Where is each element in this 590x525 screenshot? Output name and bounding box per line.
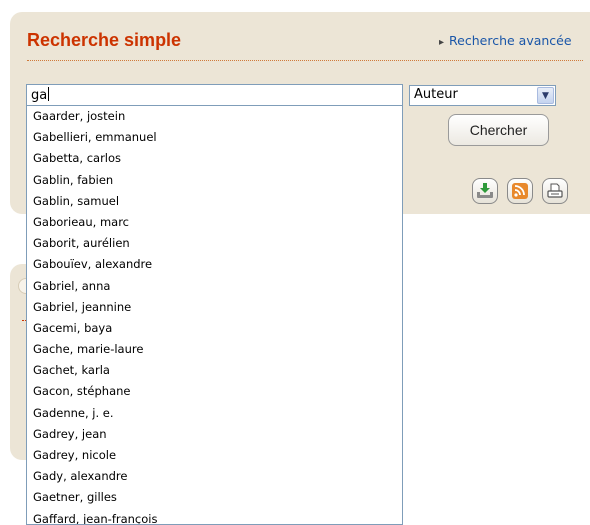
suggestion-item[interactable]: Gaetner, gilles	[27, 487, 402, 508]
suggestion-item[interactable]: Gabouïev, alexandre	[27, 254, 402, 275]
search-field-selected: Auteur	[414, 87, 458, 102]
suggestion-item[interactable]: Gaffard, jean-françois	[27, 509, 402, 524]
suggestion-item[interactable]: Gady, alexandre	[27, 466, 402, 487]
print-icon[interactable]	[542, 178, 568, 204]
page-title: Recherche simple	[27, 30, 182, 50]
search-input[interactable]: ga	[26, 84, 403, 106]
search-input-value: ga	[31, 88, 48, 103]
suggestion-item[interactable]: Gaborieau, marc	[27, 212, 402, 233]
chevron-right-icon: ▸	[439, 37, 445, 48]
suggestion-item[interactable]: Gadrey, nicole	[27, 445, 402, 466]
title-divider	[27, 60, 583, 61]
suggestion-item[interactable]: Gadenne, j. e.	[27, 403, 402, 424]
download-icon[interactable]	[472, 178, 498, 204]
advanced-search-label: Recherche avancée	[449, 33, 572, 48]
autocomplete-dropdown: Gaarder, jostein Gabellieri, emmanuel Ga…	[26, 106, 403, 525]
text-caret	[48, 87, 50, 101]
suggestion-item[interactable]: Gachet, karla	[27, 360, 402, 381]
suggestion-item[interactable]: Gablin, samuel	[27, 191, 402, 212]
suggestion-item[interactable]: Gacemi, baya	[27, 318, 402, 339]
suggestion-item[interactable]: Gablin, fabien	[27, 170, 402, 191]
suggestion-item[interactable]: Gaborit, aurélien	[27, 233, 402, 254]
rss-icon[interactable]	[507, 178, 533, 204]
search-field-select[interactable]: Auteur ▼	[409, 85, 556, 106]
suggestion-item[interactable]: Gadrey, jean	[27, 424, 402, 445]
suggestion-item[interactable]: Gache, marie-laure	[27, 339, 402, 360]
suggestion-item[interactable]: Gabellieri, emmanuel	[27, 127, 402, 148]
suggestion-item[interactable]: Gabetta, carlos	[27, 148, 402, 169]
suggestion-item[interactable]: Gaarder, jostein	[27, 106, 402, 127]
advanced-search-link[interactable]: ▸ Recherche avancée	[439, 33, 572, 48]
suggestion-item[interactable]: Gabriel, jeannine	[27, 297, 402, 318]
search-button[interactable]: Chercher	[448, 114, 549, 146]
suggestion-item[interactable]: Gabriel, anna	[27, 276, 402, 297]
suggestion-item[interactable]: Gacon, stéphane	[27, 381, 402, 402]
chevron-down-icon[interactable]: ▼	[537, 87, 554, 104]
